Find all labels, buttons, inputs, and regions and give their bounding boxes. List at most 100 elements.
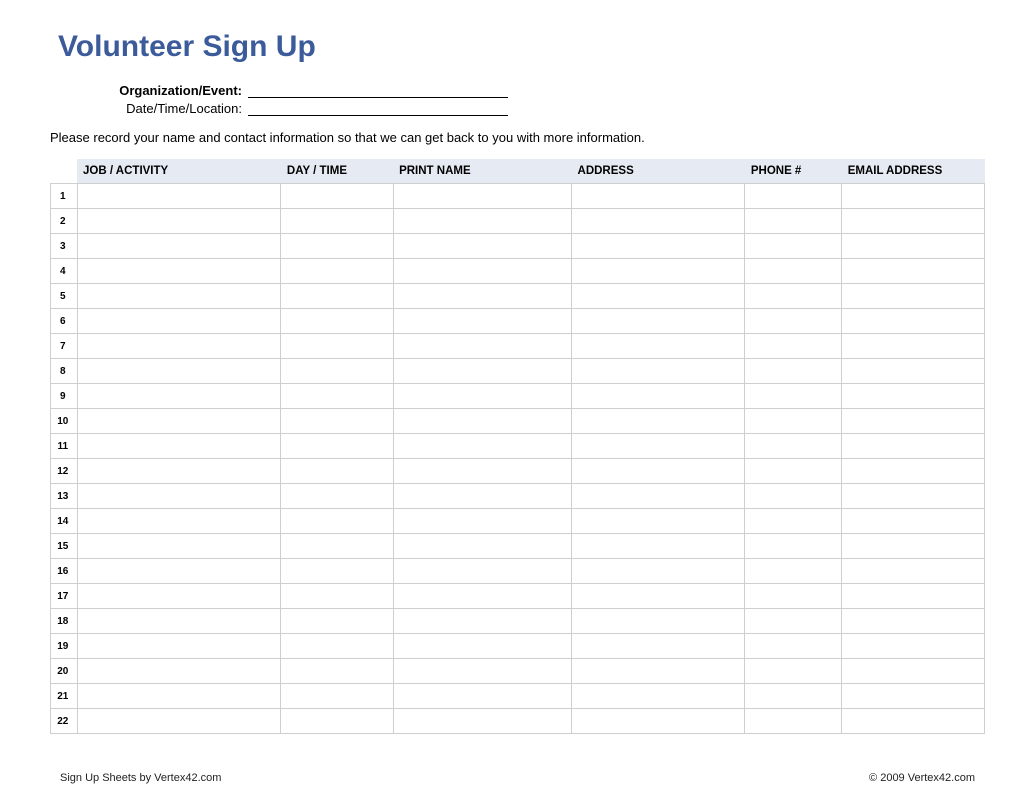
cell-day[interactable] [281,459,393,484]
cell-day[interactable] [281,559,393,584]
cell-email[interactable] [842,284,985,309]
cell-phone[interactable] [745,584,842,609]
cell-address[interactable] [572,384,745,409]
cell-day[interactable] [281,509,393,534]
cell-day[interactable] [281,209,393,234]
cell-name[interactable] [393,509,571,534]
cell-address[interactable] [572,684,745,709]
cell-email[interactable] [842,559,985,584]
cell-phone[interactable] [745,484,842,509]
cell-address[interactable] [572,359,745,384]
cell-email[interactable] [842,359,985,384]
cell-address[interactable] [572,409,745,434]
cell-phone[interactable] [745,684,842,709]
cell-name[interactable] [393,259,571,284]
cell-name[interactable] [393,459,571,484]
cell-name[interactable] [393,609,571,634]
cell-job[interactable] [77,234,281,259]
cell-day[interactable] [281,259,393,284]
cell-email[interactable] [842,584,985,609]
cell-job[interactable] [77,184,281,209]
cell-day[interactable] [281,234,393,259]
cell-name[interactable] [393,484,571,509]
cell-name[interactable] [393,709,571,734]
cell-address[interactable] [572,309,745,334]
cell-phone[interactable] [745,434,842,459]
cell-job[interactable] [77,559,281,584]
cell-name[interactable] [393,659,571,684]
cell-phone[interactable] [745,459,842,484]
cell-name[interactable] [393,584,571,609]
cell-job[interactable] [77,584,281,609]
cell-name[interactable] [393,384,571,409]
cell-job[interactable] [77,434,281,459]
cell-phone[interactable] [745,659,842,684]
cell-day[interactable] [281,434,393,459]
cell-phone[interactable] [745,334,842,359]
cell-email[interactable] [842,459,985,484]
cell-job[interactable] [77,534,281,559]
cell-email[interactable] [842,234,985,259]
cell-email[interactable] [842,659,985,684]
cell-day[interactable] [281,359,393,384]
cell-job[interactable] [77,359,281,384]
cell-job[interactable] [77,709,281,734]
cell-name[interactable] [393,409,571,434]
cell-phone[interactable] [745,634,842,659]
cell-day[interactable] [281,484,393,509]
cell-phone[interactable] [745,409,842,434]
cell-day[interactable] [281,534,393,559]
cell-phone[interactable] [745,259,842,284]
cell-email[interactable] [842,184,985,209]
cell-email[interactable] [842,334,985,359]
cell-job[interactable] [77,659,281,684]
cell-name[interactable] [393,209,571,234]
cell-job[interactable] [77,409,281,434]
cell-job[interactable] [77,609,281,634]
cell-address[interactable] [572,559,745,584]
cell-phone[interactable] [745,309,842,334]
cell-name[interactable] [393,684,571,709]
cell-job[interactable] [77,459,281,484]
cell-job[interactable] [77,634,281,659]
cell-phone[interactable] [745,559,842,584]
cell-email[interactable] [842,509,985,534]
cell-job[interactable] [77,384,281,409]
cell-day[interactable] [281,659,393,684]
cell-job[interactable] [77,684,281,709]
cell-email[interactable] [842,209,985,234]
cell-address[interactable] [572,184,745,209]
cell-day[interactable] [281,709,393,734]
cell-name[interactable] [393,634,571,659]
cell-phone[interactable] [745,359,842,384]
cell-phone[interactable] [745,534,842,559]
cell-address[interactable] [572,234,745,259]
cell-phone[interactable] [745,234,842,259]
cell-address[interactable] [572,209,745,234]
cell-name[interactable] [393,184,571,209]
cell-address[interactable] [572,284,745,309]
cell-email[interactable] [842,609,985,634]
cell-phone[interactable] [745,384,842,409]
cell-job[interactable] [77,284,281,309]
cell-day[interactable] [281,409,393,434]
cell-name[interactable] [393,434,571,459]
cell-email[interactable] [842,259,985,284]
cell-address[interactable] [572,659,745,684]
cell-address[interactable] [572,634,745,659]
cell-email[interactable] [842,309,985,334]
cell-phone[interactable] [745,509,842,534]
cell-day[interactable] [281,634,393,659]
cell-email[interactable] [842,384,985,409]
cell-name[interactable] [393,359,571,384]
cell-day[interactable] [281,584,393,609]
cell-address[interactable] [572,459,745,484]
cell-email[interactable] [842,409,985,434]
cell-address[interactable] [572,434,745,459]
cell-job[interactable] [77,334,281,359]
cell-address[interactable] [572,509,745,534]
cell-day[interactable] [281,309,393,334]
cell-email[interactable] [842,709,985,734]
cell-name[interactable] [393,284,571,309]
cell-email[interactable] [842,534,985,559]
